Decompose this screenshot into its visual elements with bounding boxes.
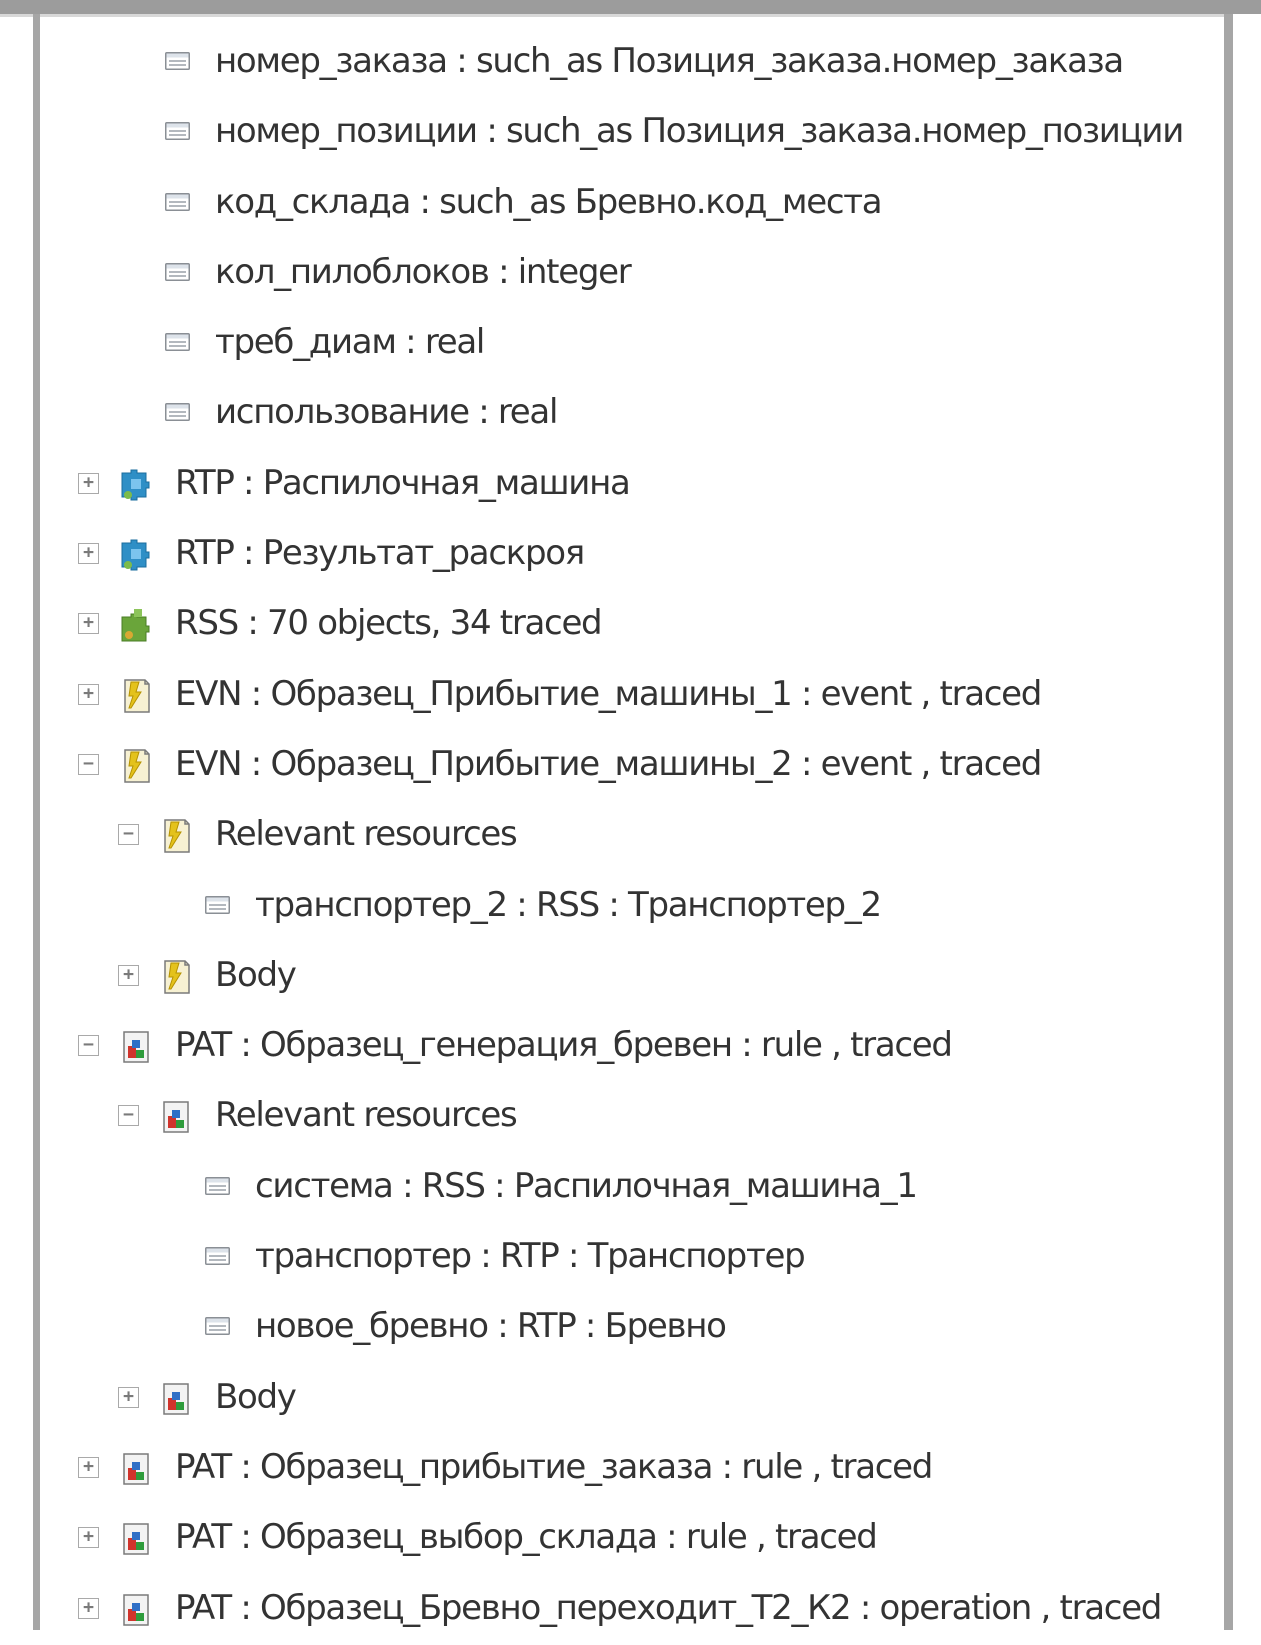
tree-item-event[interactable]: − EVN : Образец_Прибытие_машины_2 : even… (40, 731, 1224, 801)
expand-toggle[interactable]: + (118, 964, 139, 986)
field-icon (165, 333, 190, 351)
tree-item-rtp[interactable]: + RTP : Результат_раскроя (40, 520, 1224, 590)
collapse-toggle[interactable]: − (118, 1105, 139, 1127)
tree-item-label: код_склада : such_as Бревно.код_места (215, 181, 883, 222)
tree-item-label: Relevant resources (215, 1095, 518, 1136)
tree-item-event[interactable]: + EVN : Образец_Прибытие_машины_1 : even… (40, 661, 1224, 731)
resource-type-puzzle-icon (119, 467, 153, 503)
tree-item-field[interactable]: код_склада : such_as Бревно.код_места (40, 169, 1224, 239)
field-icon (205, 896, 230, 914)
field-icon (205, 1177, 230, 1195)
pattern-icon (159, 1099, 193, 1135)
tree-item-pattern[interactable]: + PAT : Образец_выбор_склада : rule , tr… (40, 1504, 1224, 1574)
tree-item-body[interactable]: + Body (40, 942, 1224, 1012)
tree-item-label: PAT : Образец_генерация_бревен : rule , … (175, 1025, 953, 1066)
event-icon (119, 748, 153, 784)
tree-item-pattern[interactable]: − PAT : Образец_генерация_бревен : rule … (40, 1012, 1224, 1082)
collapse-toggle[interactable]: − (78, 1035, 99, 1057)
field-icon (205, 1247, 230, 1265)
tree-item-label: система : RSS : Распилочная_машина_1 (255, 1165, 918, 1206)
tree-item-label: RSS : 70 objects, 34 traced (175, 603, 603, 644)
field-icon (165, 52, 190, 70)
event-icon (119, 678, 153, 714)
expand-toggle[interactable]: + (78, 683, 99, 705)
expand-toggle[interactable]: + (78, 1456, 99, 1478)
tree-item-label: кол_пилоблоков : integer (215, 251, 632, 292)
tree-item-rss[interactable]: + RSS : 70 objects, 34 traced (40, 590, 1224, 660)
tree-item-field[interactable]: треб_диам : real (40, 309, 1224, 379)
tree-item-label: PAT : Образец_Бревно_переходит_Т2_К2 : o… (175, 1587, 1162, 1628)
field-icon (165, 263, 190, 281)
tree-item-pattern[interactable]: + PAT : Образец_прибытие_заказа : rule ,… (40, 1434, 1224, 1504)
tree-item-field[interactable]: новое_бревно : RTP : Бревно (40, 1293, 1224, 1363)
tree-item-field[interactable]: использование : real (40, 379, 1224, 449)
collapse-toggle[interactable]: − (118, 824, 139, 846)
window-top-border (0, 0, 1261, 17)
tree-item-label: PAT : Образец_прибытие_заказа : rule , t… (175, 1446, 933, 1487)
tree-item-label: PAT : Образец_выбор_склада : rule , trac… (175, 1517, 878, 1558)
tree-item-label: номер_позиции : such_as Позиция_заказа.н… (215, 111, 1184, 152)
tree-item-label: EVN : Образец_Прибытие_машины_2 : event … (175, 743, 1042, 784)
pattern-icon (119, 1592, 153, 1628)
tree-item-label: транспортер_2 : RSS : Транспортер_2 (255, 884, 882, 925)
pattern-icon (119, 1451, 153, 1487)
tree-item-label: номер_заказа : such_as Позиция_заказа.но… (215, 41, 1124, 81)
tree-item-field[interactable]: система : RSS : Распилочная_машина_1 (40, 1153, 1224, 1223)
expand-toggle[interactable]: + (78, 472, 99, 494)
window-right-margin (1233, 14, 1261, 1630)
expand-toggle[interactable]: + (118, 1386, 139, 1408)
field-icon (165, 193, 190, 211)
tree-item-field[interactable]: кол_пилоблоков : integer (40, 239, 1224, 309)
resources-puzzle-icon (119, 607, 153, 643)
resource-type-puzzle-icon (119, 537, 153, 573)
tree-item-relevant-resources[interactable]: − Relevant resources (40, 801, 1224, 871)
expand-toggle[interactable]: + (78, 1527, 99, 1549)
pattern-icon (119, 1029, 153, 1065)
outline-tree: номер_заказа : such_as Позиция_заказа.но… (40, 28, 1224, 1645)
tree-left-frame (33, 14, 40, 1630)
tree-item-label: RTP : Результат_раскроя (175, 533, 585, 574)
expand-toggle[interactable]: + (78, 543, 99, 565)
vertical-scrollbar[interactable] (1224, 14, 1233, 1630)
tree-item-label: использование : real (215, 392, 558, 433)
field-icon (165, 403, 190, 421)
field-icon (165, 122, 190, 140)
tree-item-label: треб_диам : real (215, 322, 485, 363)
expand-toggle[interactable]: + (78, 1597, 99, 1619)
tree-item-rtp[interactable]: + RTP : Распилочная_машина (40, 450, 1224, 520)
tree-item-field[interactable]: транспортер : RTP : Транспортер (40, 1223, 1224, 1293)
tree-item-label: Body (215, 954, 297, 995)
tree-item-label: RTP : Распилочная_машина (175, 462, 631, 503)
tree-item-label: Relevant resources (215, 814, 518, 855)
tree-item-label: Body (215, 1376, 297, 1417)
tree-item-field[interactable]: номер_позиции : such_as Позиция_заказа.н… (40, 98, 1224, 168)
collapse-toggle[interactable]: − (78, 753, 99, 775)
expand-toggle[interactable]: + (78, 613, 99, 635)
tree-item-relevant-resources[interactable]: − Relevant resources (40, 1082, 1224, 1152)
pattern-icon (119, 1521, 153, 1557)
tree-item-label: новое_бревно : RTP : Бревно (255, 1306, 727, 1347)
event-icon (159, 959, 193, 995)
tree-item-field[interactable]: транспортер_2 : RSS : Транспортер_2 (40, 872, 1224, 942)
tree-item-pattern[interactable]: + PAT : Образец_Бревно_переходит_Т2_К2 :… (40, 1575, 1224, 1645)
tree-item-field[interactable]: номер_заказа : such_as Позиция_заказа.но… (40, 28, 1224, 98)
tree-item-body[interactable]: + Body (40, 1364, 1224, 1434)
field-icon (205, 1317, 230, 1335)
event-icon (159, 818, 193, 854)
pattern-icon (159, 1381, 193, 1417)
tree-item-label: транспортер : RTP : Транспортер (255, 1236, 806, 1277)
tree-item-label: EVN : Образец_Прибытие_машины_1 : event … (175, 673, 1042, 714)
